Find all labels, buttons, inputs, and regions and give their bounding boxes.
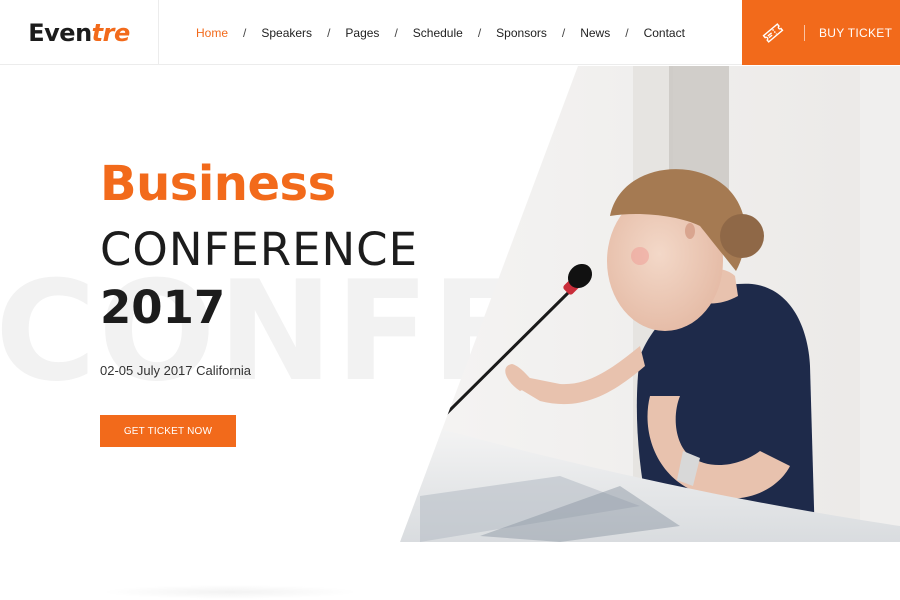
hero-section: CONFERENC Business CONFERENCE 2017 02-05… [0, 66, 900, 542]
hero-title-year: 2017 [100, 281, 226, 334]
section-shadow [100, 585, 360, 599]
hero-title-main: CONFERENCE [100, 223, 419, 276]
logo-text-part1: Even [28, 18, 92, 47]
site-header: Eventre Home / Speakers / Pages / Schedu… [0, 0, 900, 65]
nav-separator: / [327, 25, 331, 40]
get-ticket-button[interactable]: GET TICKET NOW [100, 415, 236, 447]
nav-item-speakers[interactable]: Speakers [261, 26, 312, 40]
buy-ticket-label: BUY TICKET [819, 25, 893, 40]
hero-date-location: 02-05 July 2017 California [100, 363, 252, 378]
buy-ticket-button[interactable]: BUY TICKET [742, 0, 900, 65]
nav-separator: / [394, 25, 398, 40]
ticket-icon [742, 0, 804, 65]
logo: Eventre [28, 19, 130, 47]
nav-item-schedule[interactable]: Schedule [413, 26, 463, 40]
hero-title-accent: Business [100, 156, 336, 212]
logo-link[interactable]: Eventre [0, 0, 159, 65]
main-nav: Home / Speakers / Pages / Schedule / Spo… [196, 0, 685, 65]
nav-item-contact[interactable]: Contact [644, 26, 685, 40]
nav-item-sponsors[interactable]: Sponsors [496, 26, 547, 40]
nav-item-pages[interactable]: Pages [345, 26, 379, 40]
nav-item-home[interactable]: Home [196, 26, 228, 40]
logo-text-part2: tre [91, 18, 131, 47]
nav-separator: / [561, 25, 566, 40]
nav-separator: / [477, 25, 482, 40]
nav-item-news[interactable]: News [580, 26, 610, 40]
nav-separator: / [625, 25, 629, 40]
nav-separator: / [243, 25, 247, 40]
